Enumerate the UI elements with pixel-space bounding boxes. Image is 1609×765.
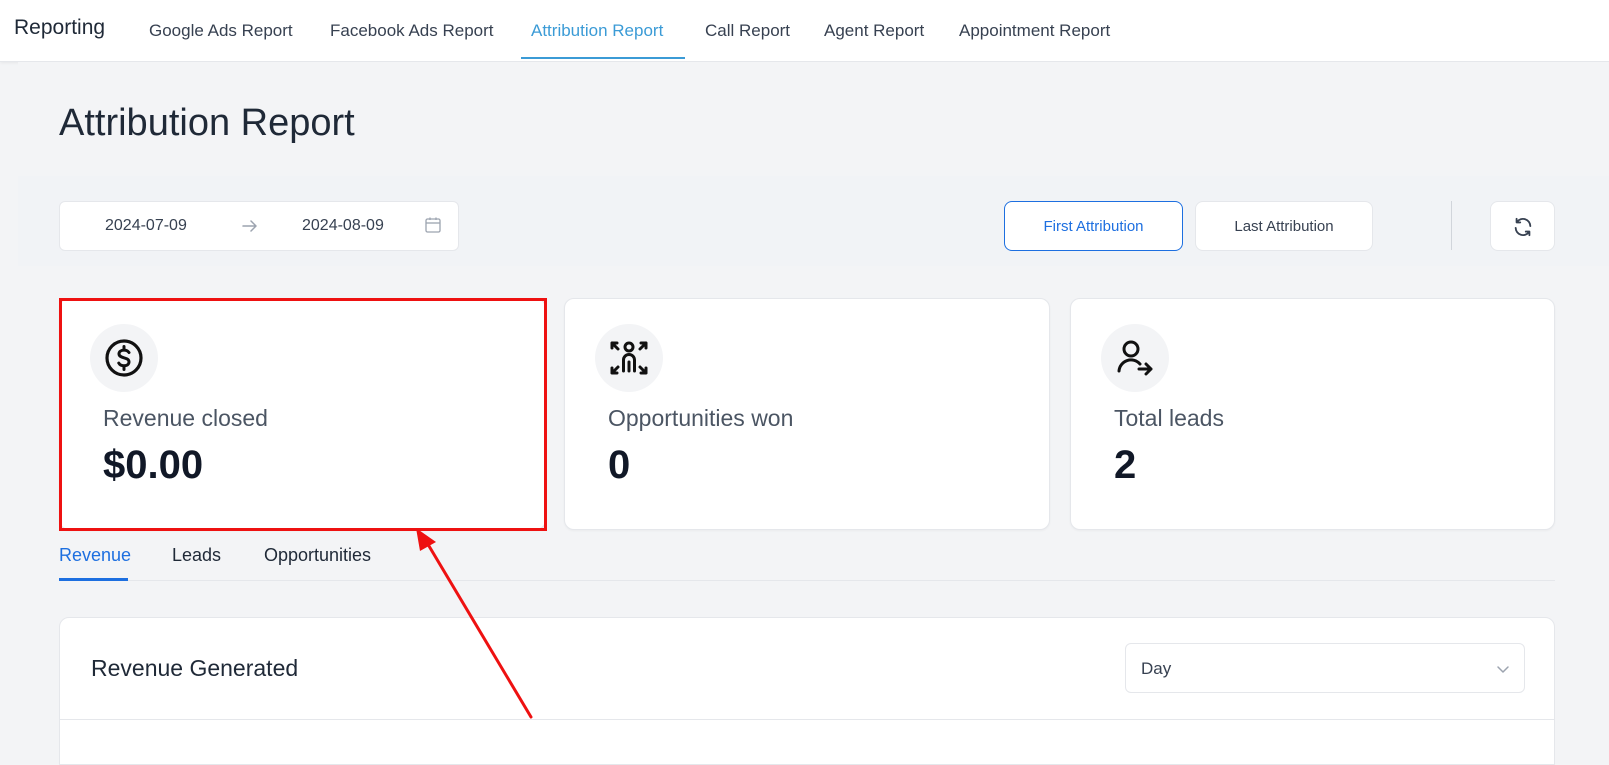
stat-label: Revenue closed — [103, 405, 268, 431]
person-arrows-icon — [610, 341, 648, 375]
subtab-revenue[interactable]: Revenue — [59, 545, 131, 566]
refresh-icon — [1514, 217, 1532, 237]
tab-call-report[interactable]: Call Report — [705, 21, 790, 41]
granularity-value: Day — [1141, 659, 1172, 678]
last-attribution-button[interactable]: Last Attribution — [1195, 201, 1373, 251]
date-range-picker[interactable]: 2024-07-09 2024-08-09 — [59, 201, 459, 251]
granularity-select[interactable]: Day — [1125, 643, 1525, 693]
dollar-circle-icon — [105, 339, 143, 377]
subtab-opportunities[interactable]: Opportunities — [264, 545, 371, 566]
top-navigation: Reporting Google Ads Report Facebook Ads… — [0, 0, 1609, 62]
tab-facebook-ads-report[interactable]: Facebook Ads Report — [330, 21, 493, 41]
chevron-down-icon — [1497, 666, 1509, 673]
stat-card-revenue-closed: Revenue closed $0.00 — [59, 298, 546, 530]
arrow-right-icon — [242, 220, 257, 232]
stat-value: $0.00 — [103, 443, 204, 487]
user-arrow-icon — [1117, 340, 1153, 376]
page-title: Attribution Report — [59, 102, 355, 144]
refresh-button[interactable] — [1490, 201, 1555, 251]
active-tab-indicator — [521, 57, 685, 59]
card-separator — [60, 719, 1554, 720]
subtab-divider — [59, 580, 1555, 581]
date-start-input[interactable]: 2024-07-09 — [105, 217, 187, 235]
stat-card-opportunities-won: Opportunities won 0 — [564, 298, 1050, 530]
brand-title: Reporting — [14, 16, 106, 39]
tab-attribution-report[interactable]: Attribution Report — [531, 21, 663, 41]
stat-value: 2 — [1114, 443, 1137, 487]
tab-appointment-report[interactable]: Appointment Report — [959, 21, 1110, 41]
stat-label: Total leads — [1114, 405, 1224, 431]
toolbar-divider — [1451, 201, 1452, 250]
stat-card-total-leads: Total leads 2 — [1070, 298, 1555, 530]
subtab-leads[interactable]: Leads — [172, 545, 221, 566]
date-end-input[interactable]: 2024-08-09 — [302, 217, 384, 235]
tab-google-ads-report[interactable]: Google Ads Report — [149, 21, 293, 41]
active-subtab-indicator — [59, 578, 128, 581]
first-attribution-button[interactable]: First Attribution — [1004, 201, 1183, 251]
revenue-generated-card: Revenue Generated Day — [59, 617, 1555, 765]
revenue-generated-title: Revenue Generated — [91, 655, 299, 681]
tab-agent-report[interactable]: Agent Report — [824, 21, 924, 41]
stat-label: Opportunities won — [608, 405, 794, 431]
calendar-icon[interactable] — [424, 216, 442, 234]
stat-value: 0 — [608, 443, 631, 487]
